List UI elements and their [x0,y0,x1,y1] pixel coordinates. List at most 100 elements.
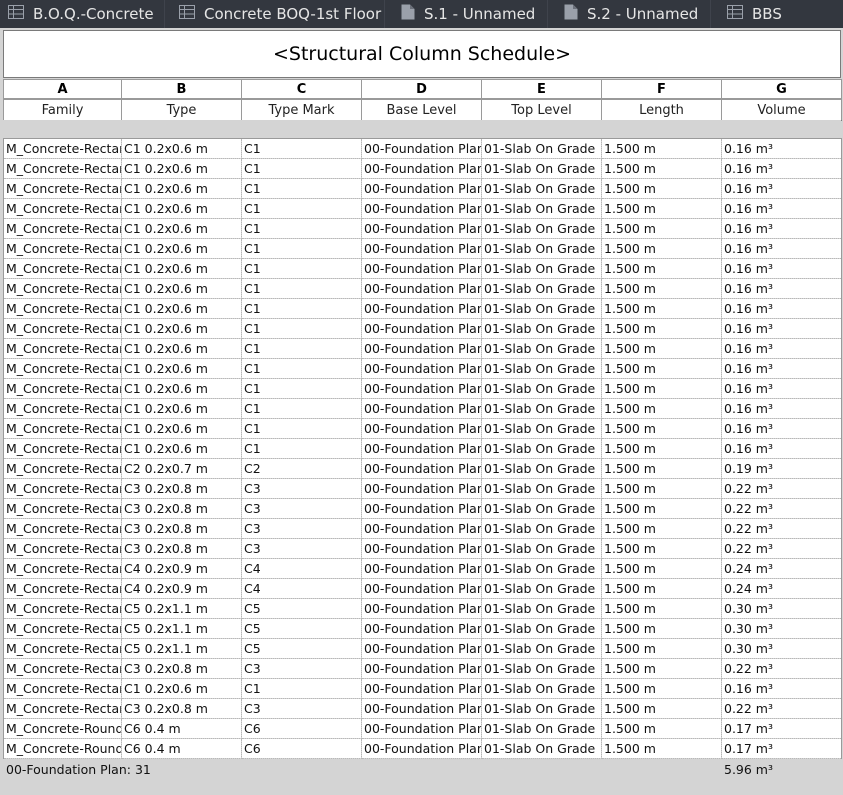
tab-s2-unnamed[interactable]: S.2 - Unnamed [547,0,710,28]
cell-base-level[interactable]: 00-Foundation Plan [361,698,482,719]
cell-family[interactable]: M_Concrete-Rectan [3,298,122,319]
table-row[interactable]: M_Concrete-Rectan C1 0.2x0.6 m C1 00-Founda… [3,238,842,259]
cell-type-mark[interactable]: C1 [241,278,362,299]
table-row[interactable]: M_Concrete-Rectan C4 0.2x0.9 m C4 00-Founda… [3,578,842,599]
cell-base-level[interactable]: 00-Foundation Plan [361,178,482,199]
cell-type[interactable]: C1 0.2x0.6 m [121,158,242,179]
table-row[interactable]: M_Concrete-Rectan C1 0.2x0.6 m C1 00-Founda… [3,178,842,199]
cell-base-level[interactable]: 00-Foundation Plan [361,298,482,319]
cell-top-level[interactable]: 01-Slab On Grade [481,638,602,659]
cell-family[interactable]: M_Concrete-Rectan [3,358,122,379]
cell-family[interactable]: M_Concrete-Rectan [3,178,122,199]
cell-volume[interactable]: 0.16 m³ [721,418,842,439]
cell-family[interactable]: M_Concrete-Rectan [3,398,122,419]
cell-type-mark[interactable]: C5 [241,638,362,659]
table-row[interactable]: M_Concrete-Rectan C1 0.2x0.6 m C1 00-Founda… [3,398,842,419]
cell-length[interactable]: 1.500 m [601,618,722,639]
cell-type[interactable]: C1 0.2x0.6 m [121,198,242,219]
cell-top-level[interactable]: 01-Slab On Grade [481,398,602,419]
cell-type[interactable]: C1 0.2x0.6 m [121,318,242,339]
cell-top-level[interactable]: 01-Slab On Grade [481,178,602,199]
table-row[interactable]: M_Concrete-Rectan C1 0.2x0.6 m C1 00-Founda… [3,378,842,399]
table-row[interactable]: M_Concrete-Rectan C1 0.2x0.6 m C1 00-Founda… [3,278,842,299]
cell-type-mark[interactable]: C1 [241,158,362,179]
column-letter[interactable]: F [601,79,722,99]
column-letter[interactable]: G [721,79,842,99]
cell-length[interactable]: 1.500 m [601,198,722,219]
cell-top-level[interactable]: 01-Slab On Grade [481,518,602,539]
cell-top-level[interactable]: 01-Slab On Grade [481,298,602,319]
cell-top-level[interactable]: 01-Slab On Grade [481,238,602,259]
cell-length[interactable]: 1.500 m [601,538,722,559]
table-row[interactable]: M_Concrete-Rectan C5 0.2x1.1 m C5 00-Founda… [3,618,842,639]
cell-top-level[interactable]: 01-Slab On Grade [481,658,602,679]
cell-volume[interactable]: 0.22 m³ [721,478,842,499]
cell-base-level[interactable]: 00-Foundation Plan [361,498,482,519]
cell-base-level[interactable]: 00-Foundation Plan [361,478,482,499]
cell-top-level[interactable]: 01-Slab On Grade [481,598,602,619]
table-row[interactable]: M_Concrete-Rectan C1 0.2x0.6 m C1 00-Founda… [3,318,842,339]
cell-base-level[interactable]: 00-Foundation Plan [361,598,482,619]
cell-family[interactable]: M_Concrete-Rectan [3,318,122,339]
cell-length[interactable]: 1.500 m [601,298,722,319]
cell-length[interactable]: 1.500 m [601,478,722,499]
cell-top-level[interactable]: 01-Slab On Grade [481,718,602,739]
cell-type-mark[interactable]: C3 [241,518,362,539]
cell-length[interactable]: 1.500 m [601,338,722,359]
cell-top-level[interactable]: 01-Slab On Grade [481,278,602,299]
cell-family[interactable]: M_Concrete-Rectan [3,678,122,699]
cell-type-mark[interactable]: C1 [241,418,362,439]
cell-length[interactable]: 1.500 m [601,578,722,599]
cell-top-level[interactable]: 01-Slab On Grade [481,578,602,599]
cell-base-level[interactable]: 00-Foundation Plan [361,378,482,399]
cell-family[interactable]: M_Concrete-Rectan [3,518,122,539]
cell-type-mark[interactable]: C1 [241,338,362,359]
cell-volume[interactable]: 0.30 m³ [721,638,842,659]
cell-top-level[interactable]: 01-Slab On Grade [481,618,602,639]
cell-type[interactable]: C3 0.2x0.8 m [121,498,242,519]
cell-volume[interactable]: 0.30 m³ [721,618,842,639]
cell-type-mark[interactable]: C3 [241,478,362,499]
cell-type-mark[interactable]: C3 [241,538,362,559]
cell-type-mark[interactable]: C6 [241,738,362,759]
table-row[interactable]: M_Concrete-Rectan C1 0.2x0.6 m C1 00-Founda… [3,358,842,379]
table-row[interactable]: M_Concrete-Rectan C3 0.2x0.8 m C3 00-Founda… [3,698,842,719]
cell-type-mark[interactable]: C1 [241,378,362,399]
cell-type-mark[interactable]: C1 [241,138,362,159]
table-row[interactable]: M_Concrete-Rectan C3 0.2x0.8 m C3 00-Founda… [3,658,842,679]
cell-base-level[interactable]: 00-Foundation Plan [361,578,482,599]
cell-top-level[interactable]: 01-Slab On Grade [481,218,602,239]
column-header-family[interactable]: Family [3,99,122,121]
cell-type[interactable]: C6 0.4 m [121,718,242,739]
cell-length[interactable]: 1.500 m [601,218,722,239]
cell-top-level[interactable]: 01-Slab On Grade [481,338,602,359]
cell-length[interactable]: 1.500 m [601,398,722,419]
cell-type-mark[interactable]: C5 [241,618,362,639]
cell-base-level[interactable]: 00-Foundation Plan [361,338,482,359]
cell-type[interactable]: C1 0.2x0.6 m [121,438,242,459]
cell-type[interactable]: C1 0.2x0.6 m [121,338,242,359]
cell-length[interactable]: 1.500 m [601,598,722,619]
cell-family[interactable]: M_Concrete-Rectan [3,218,122,239]
cell-volume[interactable]: 0.24 m³ [721,558,842,579]
cell-top-level[interactable]: 01-Slab On Grade [481,198,602,219]
cell-top-level[interactable]: 01-Slab On Grade [481,498,602,519]
table-row[interactable]: M_Concrete-Rectan C5 0.2x1.1 m C5 00-Founda… [3,638,842,659]
cell-volume[interactable]: 0.16 m³ [721,298,842,319]
tab-bbs[interactable]: BBS [710,0,843,28]
cell-base-level[interactable]: 00-Foundation Plan [361,618,482,639]
cell-volume[interactable]: 0.22 m³ [721,518,842,539]
cell-top-level[interactable]: 01-Slab On Grade [481,478,602,499]
column-letter[interactable]: C [241,79,362,99]
cell-type[interactable]: C3 0.2x0.8 m [121,478,242,499]
cell-family[interactable]: M_Concrete-Rectan [3,598,122,619]
cell-volume[interactable]: 0.22 m³ [721,538,842,559]
cell-length[interactable]: 1.500 m [601,318,722,339]
table-row[interactable]: M_Concrete-Rectan C1 0.2x0.6 m C1 00-Founda… [3,338,842,359]
cell-volume[interactable]: 0.16 m³ [721,338,842,359]
cell-top-level[interactable]: 01-Slab On Grade [481,678,602,699]
cell-volume[interactable]: 0.16 m³ [721,218,842,239]
cell-top-level[interactable]: 01-Slab On Grade [481,378,602,399]
cell-family[interactable]: M_Concrete-Rectan [3,458,122,479]
cell-family[interactable]: M_Concrete-Round- [3,738,122,759]
